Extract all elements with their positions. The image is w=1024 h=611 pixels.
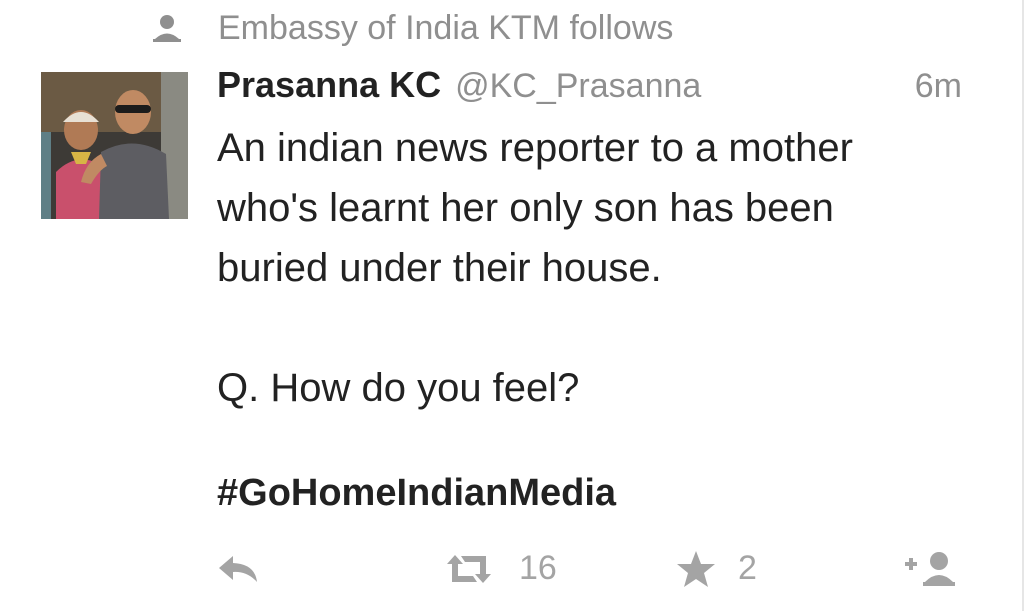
tweet-header: Prasanna KC @KC_Prasanna 6m bbox=[217, 64, 962, 114]
add-user-icon bbox=[905, 552, 955, 586]
retweet-icon bbox=[447, 554, 491, 583]
retweet-count: 16 bbox=[519, 549, 557, 587]
author-handle[interactable]: @KC_Prasanna bbox=[455, 67, 701, 106]
favorite-button[interactable]: 2 bbox=[676, 549, 757, 588]
avatar[interactable] bbox=[41, 72, 188, 219]
reply-icon bbox=[219, 556, 257, 582]
hashtag-link[interactable]: #GoHomeIndianMedia bbox=[217, 472, 616, 515]
favorite-count: 2 bbox=[738, 549, 757, 587]
tweet-timestamp[interactable]: 6m bbox=[915, 67, 962, 106]
social-context: Embassy of India KTM follows bbox=[150, 8, 673, 48]
follow-button[interactable] bbox=[903, 549, 959, 587]
star-icon bbox=[677, 550, 715, 587]
retweet-button[interactable]: 16 bbox=[443, 549, 557, 588]
tweet-actions: 16 2 bbox=[0, 545, 1024, 597]
tweet-card[interactable]: Embassy of India KTM follows Prasanna KC… bbox=[0, 0, 1024, 611]
reply-button[interactable] bbox=[217, 553, 261, 585]
person-icon bbox=[153, 15, 181, 42]
social-context-text: Embassy of India KTM follows bbox=[218, 9, 674, 47]
avatar-photo bbox=[41, 72, 188, 219]
author-name[interactable]: Prasanna KC bbox=[217, 64, 441, 106]
tweet-text: An indian news reporter to a mother who'… bbox=[217, 126, 853, 410]
